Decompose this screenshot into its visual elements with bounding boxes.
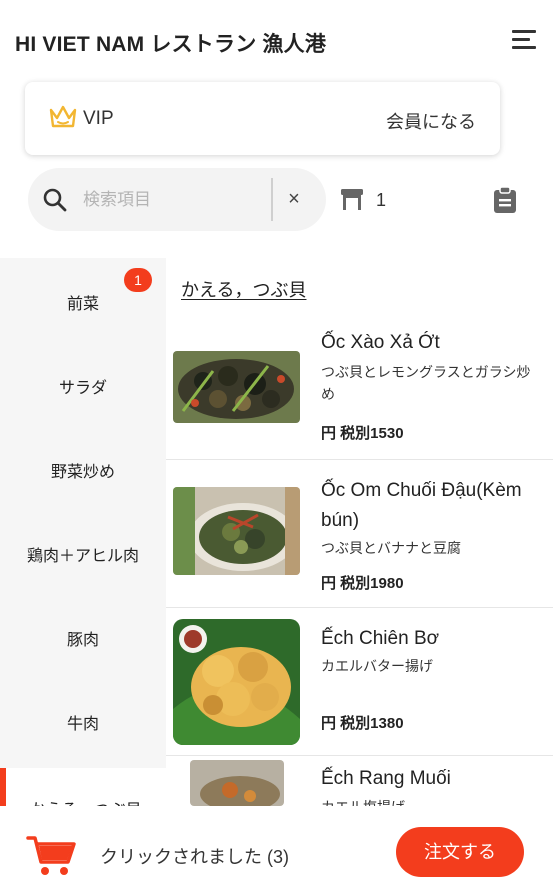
dish-price: 円 税別1980 bbox=[321, 575, 404, 592]
clipboard-icon[interactable] bbox=[493, 186, 517, 214]
dish-photo bbox=[173, 619, 300, 745]
dish-description: つぶ貝とレモングラスとガラシ炒め bbox=[321, 364, 531, 402]
dish-name: Ếch Chiên Bơ bbox=[321, 628, 440, 649]
category-label: サラダ bbox=[58, 380, 107, 397]
section-title: かえる，つぶ貝 bbox=[181, 280, 307, 300]
menu-icon[interactable] bbox=[509, 28, 539, 54]
category-label: 野菜炒め bbox=[50, 464, 115, 481]
app-header: HI VIET NAM レストラン 漁人港 bbox=[0, 0, 553, 82]
table-icon bbox=[341, 189, 363, 210]
dish-price: 円 税別1530 bbox=[321, 425, 404, 442]
category-item-stir-fried-vegetables[interactable]: 野菜炒め bbox=[0, 426, 166, 510]
crown-icon bbox=[49, 105, 77, 128]
category-sidebar: 前菜 サラダ 野菜炒め 鶏肉＋アヒル肉 豚肉 牛肉 bbox=[0, 258, 166, 806]
dish-description: つぶ貝とバナナと豆腐 bbox=[321, 540, 461, 556]
cart-status-text: クリックされました (3) bbox=[100, 847, 289, 867]
cart-bar: クリックされました (3) 注文する bbox=[0, 806, 553, 890]
vip-card[interactable]: VIP 会員になる bbox=[25, 82, 500, 155]
menu-item[interactable]: Ốc Om Chuối Đậu(Kèm bún) つぶ貝とバナナと豆腐 円 税別… bbox=[166, 460, 553, 608]
menu-item[interactable]: Ốc Xào Xả Ớt つぶ貝とレモングラスとガラシ炒め 円 税別1530 bbox=[166, 312, 553, 460]
dish-photo bbox=[173, 351, 300, 423]
dish-description: カエルバター揚げ bbox=[321, 658, 433, 674]
category-label: 前菜 bbox=[66, 296, 99, 313]
dish-name: Ốc Xào Xả Ớt bbox=[321, 332, 440, 353]
menu-item[interactable]: Ếch Rang Muối カエル塩揚げ bbox=[166, 756, 553, 806]
category-item-beef[interactable]: 牛肉 bbox=[0, 678, 166, 762]
order-button[interactable]: 注文する bbox=[396, 827, 524, 877]
menu-item[interactable]: Ếch Chiên Bơ カエルバター揚げ 円 税別1380 bbox=[166, 608, 553, 756]
dish-photo bbox=[190, 760, 284, 806]
category-count-badge: 1 bbox=[124, 268, 152, 292]
become-member-link[interactable]: 会員になる bbox=[386, 108, 476, 134]
clear-search-button[interactable]: × bbox=[282, 186, 306, 212]
cart-icon[interactable] bbox=[26, 834, 78, 878]
search-divider bbox=[271, 178, 273, 221]
search-input[interactable] bbox=[83, 180, 263, 220]
active-indicator bbox=[0, 768, 6, 808]
search-box: × bbox=[28, 168, 326, 231]
category-item-chicken-duck[interactable]: 鶏肉＋アヒル肉 bbox=[0, 510, 166, 594]
restaurant-title: HI VIET NAM レストラン 漁人港 bbox=[15, 33, 327, 56]
search-icon bbox=[43, 188, 67, 212]
category-item-salad[interactable]: サラダ bbox=[0, 342, 166, 426]
category-label: 鶏肉＋アヒル肉 bbox=[26, 548, 139, 565]
dish-price: 円 税別1380 bbox=[321, 715, 404, 732]
dish-name: Ếch Rang Muối bbox=[321, 768, 451, 789]
category-item-pork[interactable]: 豚肉 bbox=[0, 594, 166, 678]
category-label: 牛肉 bbox=[66, 716, 99, 733]
category-label: 豚肉 bbox=[66, 632, 99, 649]
category-item-frog-snail[interactable]: かえる，つぶ貝 bbox=[0, 768, 166, 819]
dish-photo bbox=[173, 487, 300, 575]
dish-name: Ốc Om Chuối Đậu(Kèm bún) bbox=[321, 480, 522, 531]
table-number: 1 bbox=[376, 190, 387, 210]
vip-label: VIP bbox=[83, 108, 114, 129]
dish-description: カエル塩揚げ bbox=[321, 796, 543, 806]
